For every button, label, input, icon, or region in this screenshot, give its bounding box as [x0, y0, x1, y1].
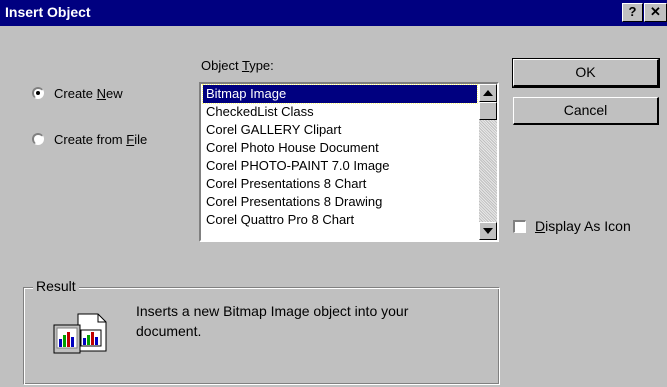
create-new-label-post: ew [106, 85, 123, 101]
bitmap-object-icon [52, 313, 108, 355]
insert-object-dialog: Insert Object ? ✕ Object Type: Create Ne… [0, 0, 667, 387]
arrow-up-icon [483, 90, 493, 96]
list-item[interactable]: Corel Photo House Document [203, 139, 477, 157]
object-type-label: Object Type: [201, 58, 274, 73]
create-from-file-label-post: ile [134, 131, 148, 147]
cancel-button[interactable]: Cancel [513, 97, 659, 125]
create-from-file-label-pre: Create from [54, 131, 127, 147]
object-type-label-post: ype: [249, 58, 274, 73]
object-type-list: Bitmap Image CheckedList Class Corel GAL… [202, 84, 478, 229]
display-as-icon-access-key: D [535, 218, 546, 234]
create-from-file-radio-circle[interactable] [32, 133, 44, 145]
display-as-icon-label[interactable]: Display As Icon [535, 218, 631, 234]
create-new-radio-circle[interactable] [32, 87, 44, 99]
display-as-icon-label-post: isplay As Icon [545, 218, 631, 234]
create-new-radio[interactable]: Create New [32, 84, 123, 102]
create-from-file-access-key: F [126, 131, 135, 147]
radio-selected-dot [36, 91, 40, 95]
close-button[interactable]: ✕ [644, 3, 667, 22]
list-item[interactable]: Corel PHOTO-PAINT 7.0 Image [203, 157, 477, 175]
result-legend: Result [33, 278, 79, 294]
list-item[interactable]: Corel Presentations 8 Chart [203, 175, 477, 193]
create-new-label-pre: Create [54, 85, 97, 101]
title-bar[interactable]: Insert Object ? ✕ [0, 0, 667, 26]
scroll-up-button[interactable] [479, 84, 497, 102]
create-new-label: Create New [54, 86, 123, 101]
arrow-down-icon [483, 228, 493, 234]
object-type-listbox[interactable]: Bitmap Image CheckedList Class Corel GAL… [199, 82, 499, 242]
listbox-scrollbar[interactable] [479, 84, 497, 240]
create-new-access-key: N [96, 85, 107, 101]
create-from-file-label: Create from File [54, 132, 147, 147]
list-item[interactable]: Corel Quattro Pro 8 Chart [203, 211, 477, 229]
list-item[interactable]: Corel Presentations 8 Drawing [203, 193, 477, 211]
scroll-thumb[interactable] [479, 102, 497, 120]
window-title: Insert Object [5, 4, 91, 20]
scroll-down-button[interactable] [479, 222, 497, 240]
result-description: Inserts a new Bitmap Image object into y… [136, 303, 409, 339]
ok-button[interactable]: OK [512, 58, 660, 88]
list-item[interactable]: CheckedList Class [203, 103, 477, 121]
list-item[interactable]: Bitmap Image [202, 84, 478, 104]
object-type-label-pre: Object [201, 58, 242, 73]
create-from-file-radio[interactable]: Create from File [32, 130, 147, 148]
help-button[interactable]: ? [622, 3, 643, 22]
display-as-icon-checkbox[interactable] [513, 220, 526, 233]
list-item[interactable]: Corel GALLERY Clipart [203, 121, 477, 139]
